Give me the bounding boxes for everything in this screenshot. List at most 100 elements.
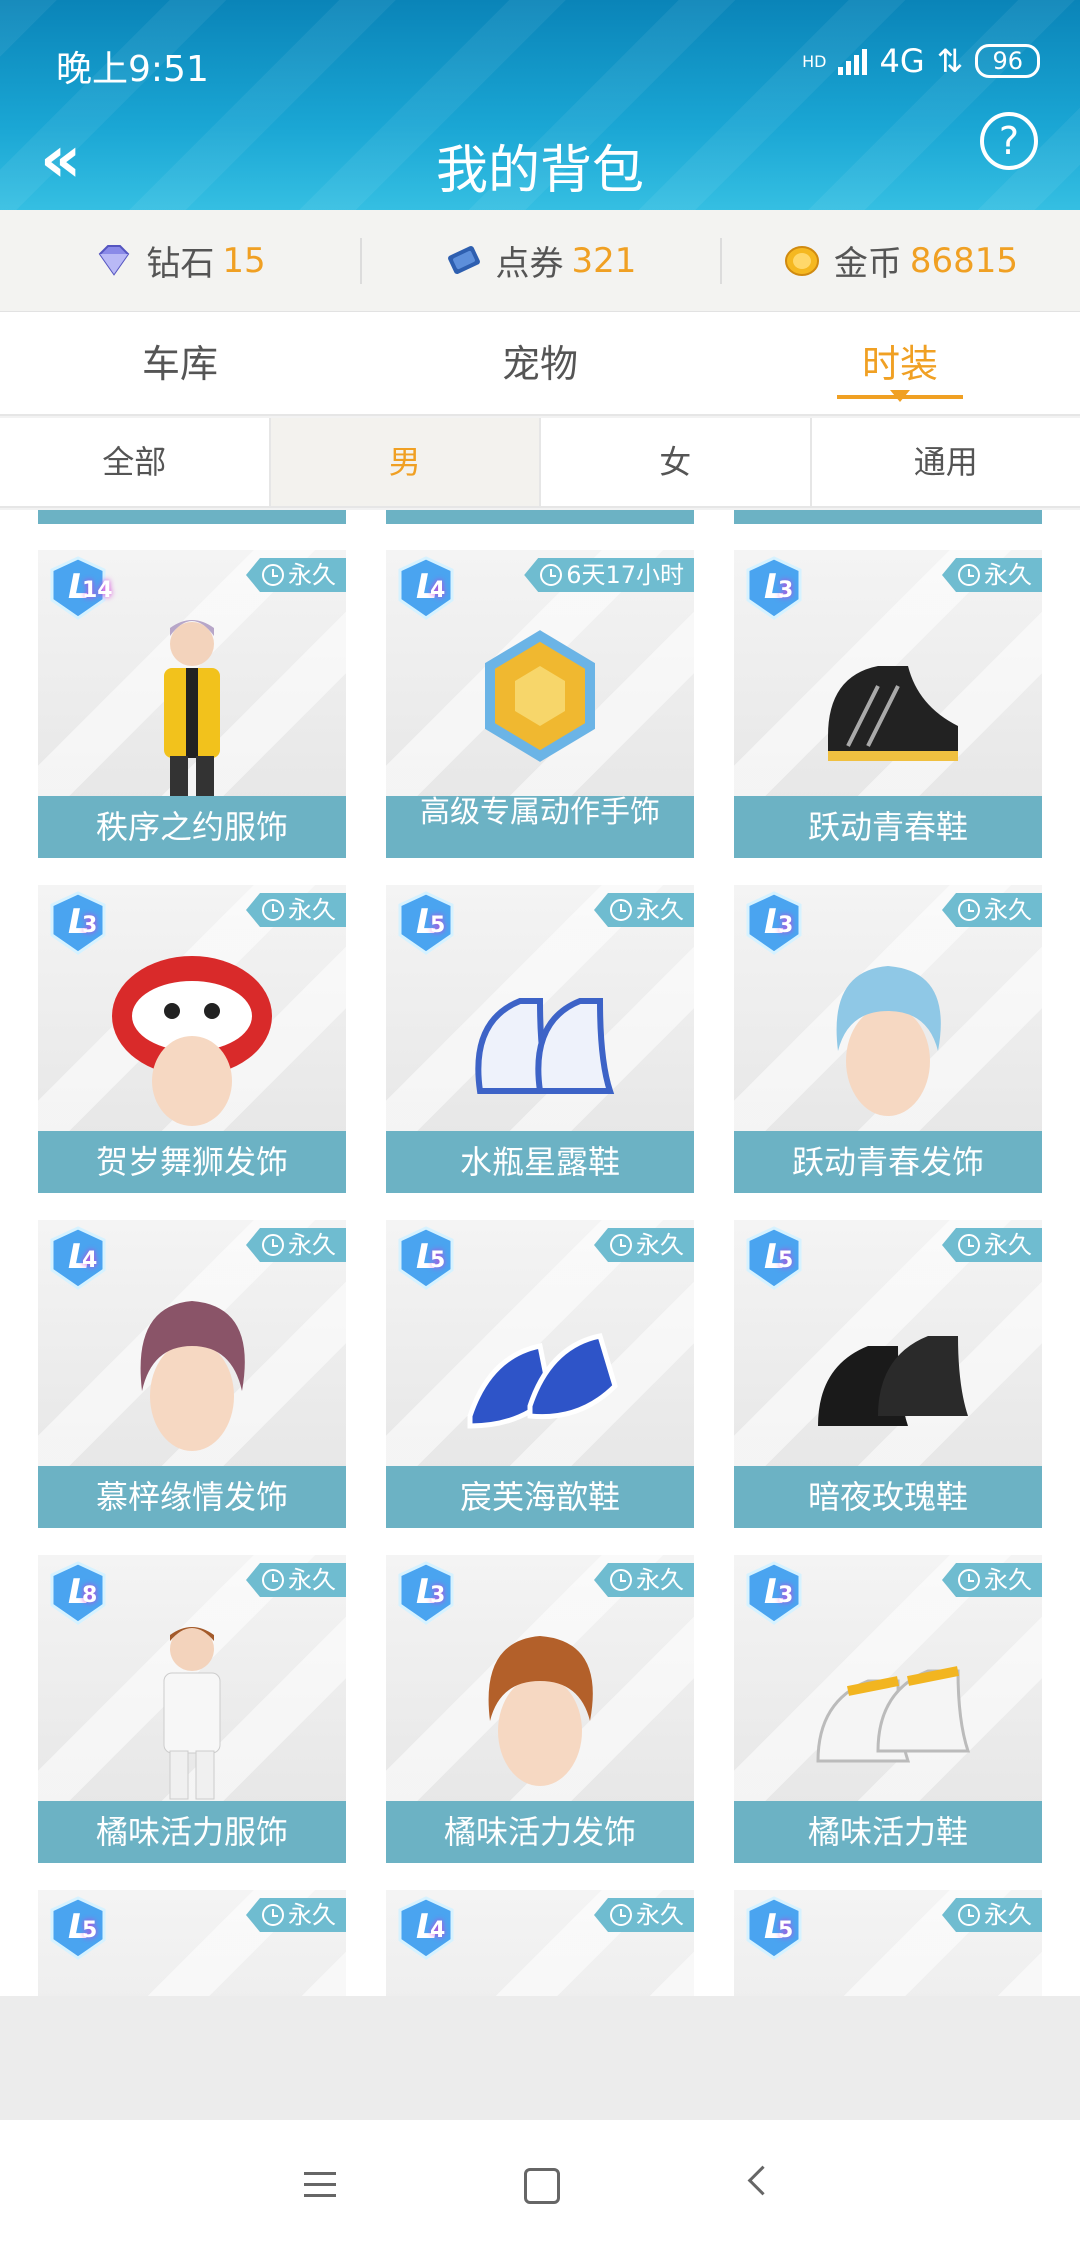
duration-text: 永久: [636, 1231, 684, 1259]
menu-icon[interactable]: [290, 2154, 350, 2214]
level-number: 4: [430, 1918, 446, 1943]
duration-tag: 永久: [942, 1563, 1042, 1597]
diamond-icon: [99, 244, 130, 276]
item-card[interactable]: L 5 永久: [734, 1890, 1042, 1996]
partial-card-bar: [386, 510, 694, 524]
item-name: 慕梓缘情发饰: [38, 1466, 346, 1528]
duration-tag: 永久: [246, 1563, 346, 1597]
item-card[interactable]: L 3 永久 跃动青春发饰: [734, 885, 1042, 1193]
subtab-common[interactable]: 通用: [812, 418, 1080, 506]
item-image: [92, 1276, 292, 1466]
diamond-value: 15: [222, 240, 266, 281]
item-name: 秩序之约服饰: [38, 796, 346, 858]
gender-filter-tabs: 全部 男 女 通用: [0, 418, 1080, 508]
item-card[interactable]: L 3 永久 贺岁舞狮发饰: [38, 885, 346, 1193]
item-card[interactable]: L 3 永久 跃动青春鞋: [734, 550, 1042, 858]
duration-text: 6天17小时: [566, 561, 684, 589]
subtab-all[interactable]: 全部: [0, 418, 271, 506]
category-tabs: 车库 宠物 时装: [0, 312, 1080, 416]
home-icon[interactable]: [510, 2154, 570, 2214]
item-image: [92, 1946, 292, 1996]
item-image: [440, 1276, 640, 1466]
gold-coin-icon: [784, 245, 819, 276]
item-image: [440, 1946, 640, 1996]
clock-icon: [958, 1234, 980, 1256]
tab-garage[interactable]: 车库: [0, 312, 360, 414]
duration-tag: 永久: [594, 1898, 694, 1932]
subtab-male[interactable]: 男: [270, 418, 541, 506]
help-button[interactable]: ?: [980, 112, 1038, 170]
currency-gold: 金币 86815: [720, 210, 1080, 311]
level-number: 3: [778, 1583, 794, 1608]
duration-tag: 6天17小时: [524, 558, 694, 592]
clock-icon: [958, 899, 980, 921]
item-card[interactable]: L 4 6天17小时 高级专属动作手饰: [386, 550, 694, 858]
duration-tag: 永久: [942, 1898, 1042, 1932]
item-card[interactable]: L 5 永久: [38, 1890, 346, 1996]
duration-text: 永久: [288, 896, 336, 924]
duration-tag: 永久: [594, 1563, 694, 1597]
item-grid: L 14 永久 秩序之约服饰 L 4 6天17小时 高级专属动作手饰 L 3 永…: [38, 550, 1042, 1996]
item-card[interactable]: L 5 永久 暗夜玫瑰鞋: [734, 1220, 1042, 1528]
item-card[interactable]: L 3 永久 橘味活力鞋: [734, 1555, 1042, 1863]
item-image: [92, 606, 292, 796]
item-grid-scroll[interactable]: L 14 永久 秩序之约服饰 L 4 6天17小时 高级专属动作手饰 L 3 永…: [0, 510, 1080, 1996]
level-number: 3: [778, 578, 794, 603]
clock-icon: [610, 1569, 632, 1591]
level-number: 14: [82, 578, 113, 603]
clock-icon: [958, 1569, 980, 1591]
item-card[interactable]: L 14 永久 秩序之约服饰: [38, 550, 346, 858]
hd-label: HD: [802, 51, 827, 71]
duration-text: 永久: [636, 1901, 684, 1929]
item-name: 高级专属动作手饰: [386, 796, 694, 858]
clock-icon: [262, 564, 284, 586]
subtab-female[interactable]: 女: [541, 418, 812, 506]
gold-value: 86815: [909, 240, 1019, 281]
clock-icon: [610, 1234, 632, 1256]
item-name: 跃动青春鞋: [734, 796, 1042, 858]
system-nav-bar: [0, 2120, 1080, 2248]
item-card[interactable]: L 4 永久: [386, 1890, 694, 1996]
item-card[interactable]: L 4 永久 慕梓缘情发饰: [38, 1220, 346, 1528]
clock-icon: [262, 1234, 284, 1256]
diamond-label: 钻石: [146, 244, 215, 284]
item-image: [440, 606, 640, 796]
clock-icon: [958, 1904, 980, 1926]
item-name: 宸芙海歆鞋: [386, 1466, 694, 1528]
level-number: 3: [778, 913, 794, 938]
tab-pets[interactable]: 宠物: [360, 312, 720, 414]
item-image: [440, 941, 640, 1131]
duration-tag: 永久: [246, 893, 346, 927]
duration-tag: 永久: [942, 893, 1042, 927]
app-header: 晚上9:51 HD 4G ⇅ 96 « 我的背包 ?: [0, 0, 1080, 210]
duration-text: 永久: [984, 1566, 1032, 1594]
duration-text: 永久: [984, 1231, 1032, 1259]
item-image: [788, 1611, 988, 1801]
duration-text: 永久: [288, 1901, 336, 1929]
coupon-label: 点券: [495, 244, 564, 284]
currency-bar: 钻石 15 点券 321 金币 86815: [0, 210, 1080, 312]
clock-icon: [262, 899, 284, 921]
duration-text: 永久: [984, 561, 1032, 589]
status-time: 晚上9:51: [56, 49, 209, 90]
clock-icon: [262, 1904, 284, 1926]
page-title: 我的背包: [435, 141, 644, 201]
item-image: [788, 941, 988, 1131]
item-card[interactable]: L 5 永久 水瓶星露鞋: [386, 885, 694, 1193]
duration-text: 永久: [288, 1231, 336, 1259]
currency-diamond: 钻石 15: [0, 210, 360, 311]
duration-text: 永久: [636, 1566, 684, 1594]
item-image: [788, 1276, 988, 1466]
item-card[interactable]: L 8 永久 橘味活力服饰: [38, 1555, 346, 1863]
item-name: 水瓶星露鞋: [386, 1131, 694, 1193]
nav-back-icon[interactable]: [730, 2154, 790, 2214]
partial-card-bar: [38, 510, 346, 524]
partial-card-bar: [734, 510, 1042, 524]
tab-fashion[interactable]: 时装: [720, 312, 1080, 414]
duration-text: 永久: [288, 1566, 336, 1594]
item-card[interactable]: L 3 永久 橘味活力发饰: [386, 1555, 694, 1863]
item-card[interactable]: L 5 永久 宸芙海歆鞋: [386, 1220, 694, 1528]
duration-tag: 永久: [942, 558, 1042, 592]
item-name: 贺岁舞狮发饰: [38, 1131, 346, 1193]
level-number: 4: [82, 1248, 98, 1273]
